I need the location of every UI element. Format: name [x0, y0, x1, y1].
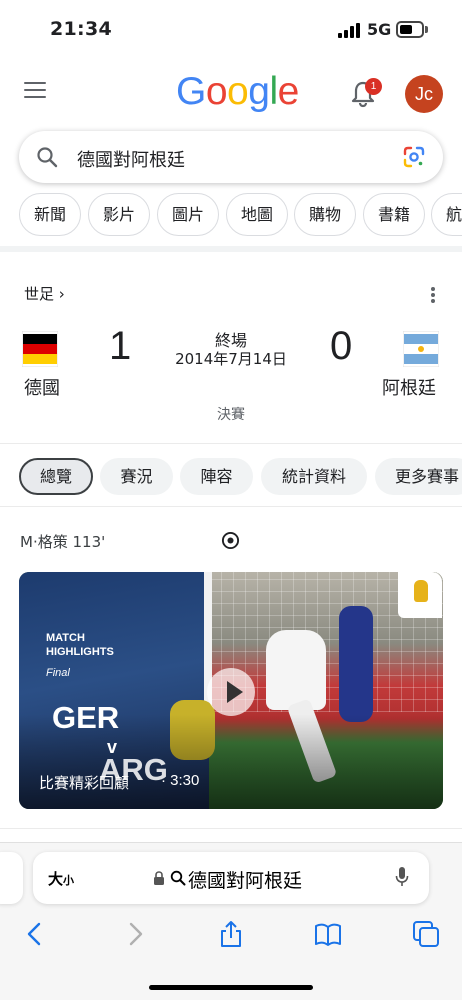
share-icon[interactable]	[217, 920, 245, 948]
forward-icon[interactable]	[120, 920, 148, 948]
chip-shopping[interactable]: 購物	[294, 193, 356, 236]
more-options-icon[interactable]	[431, 287, 435, 303]
lock-icon	[154, 871, 164, 885]
signal-icon	[338, 22, 360, 38]
tab-match-status[interactable]: 賽況	[100, 458, 173, 495]
battery-tip	[425, 26, 428, 33]
status-bar: 21:34 5G	[0, 0, 462, 58]
chip-news[interactable]: 新聞	[19, 193, 81, 236]
menu-icon[interactable]	[24, 82, 46, 100]
back-icon[interactable]	[22, 920, 50, 948]
url-search-icon	[170, 870, 186, 886]
bottom-divider	[0, 828, 462, 829]
text-size-button[interactable]: 大小	[48, 868, 74, 889]
tab-overview[interactable]: 總覽	[19, 458, 93, 495]
section-divider	[0, 246, 462, 252]
logo-letter: g	[248, 70, 270, 113]
chip-maps[interactable]: 地圖	[226, 193, 288, 236]
video-caption: 比賽精彩回顧	[39, 774, 130, 792]
logo-letter: l	[269, 70, 278, 113]
chip-flights[interactable]: 航	[431, 193, 462, 236]
logo-letter: e	[277, 70, 300, 113]
home-indicator	[149, 985, 313, 990]
video-team1: GER	[52, 700, 120, 735]
chip-images[interactable]: 圖片	[157, 193, 219, 236]
video-duration: · 3:30	[161, 772, 200, 789]
search-query[interactable]: 德國對阿根廷	[77, 146, 185, 172]
microphone-icon[interactable]	[395, 866, 409, 888]
goal-event: M·格策 113'	[20, 533, 106, 551]
url-text[interactable]: 德國對阿根廷	[188, 866, 302, 893]
match-date: 2014年7月14日	[175, 350, 287, 368]
soccer-ball-icon	[221, 531, 240, 550]
card-divider	[0, 443, 462, 444]
home-team-name[interactable]: 德國	[24, 374, 60, 400]
logo-letter: o	[205, 70, 228, 113]
battery-icon	[396, 21, 424, 38]
chip-videos[interactable]: 影片	[88, 193, 150, 236]
chip-books[interactable]: 書籍	[363, 193, 425, 236]
tabs-divider	[0, 506, 462, 507]
match-tabs: 總覽 賽況 陣容 統計資料 更多賽事	[19, 458, 462, 496]
tabs-icon[interactable]	[412, 920, 440, 948]
text-size-large: 大	[48, 870, 64, 888]
video-title-line2: HIGHLIGHTS	[46, 646, 114, 658]
logo-letter: G	[176, 70, 206, 113]
search-filter-chips: 新聞 影片 圖片 地圖 購物 書籍 航	[19, 193, 462, 237]
sports-section-link[interactable]: 世足 ›	[24, 283, 65, 304]
previous-tab-preview[interactable]	[0, 852, 23, 904]
search-icon	[37, 147, 58, 168]
avatar[interactable]: Jc	[405, 75, 443, 113]
play-icon	[227, 681, 243, 703]
away-team-name[interactable]: 阿根廷	[382, 374, 436, 400]
google-lens-icon[interactable]	[402, 145, 426, 169]
video-title-line1: MATCH	[46, 632, 85, 644]
google-logo[interactable]: Google	[176, 70, 299, 114]
status-time: 21:34	[50, 18, 112, 40]
tab-stats[interactable]: 統計資料	[261, 458, 367, 495]
text-size-small: 小	[63, 874, 75, 887]
match-round: 決賽	[217, 407, 245, 423]
network-type: 5G	[367, 20, 392, 39]
logo-letter: o	[227, 70, 249, 113]
video-subtitle: Final	[46, 667, 70, 679]
notification-badge: 1	[365, 78, 382, 95]
search-box[interactable]: 德國對阿根廷	[19, 131, 443, 183]
tab-lineups[interactable]: 陣容	[180, 458, 253, 495]
bookmarks-icon[interactable]	[314, 920, 342, 948]
tab-more-matches[interactable]: 更多賽事	[375, 458, 462, 495]
